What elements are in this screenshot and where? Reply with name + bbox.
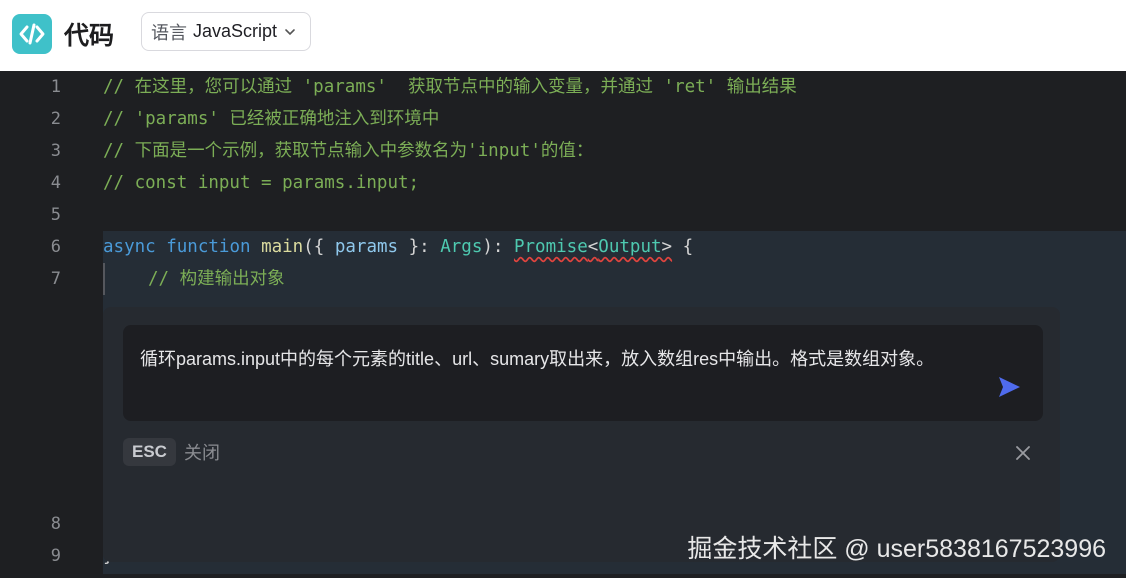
code-punctuation: ): <box>482 237 514 257</box>
code-line-7[interactable]: // 构建输出对象 <box>148 263 285 295</box>
keyword-async: async <box>103 237 156 257</box>
prompt-input[interactable]: 循环params.input中的每个元素的title、url、sumary取出来… <box>123 325 1043 421</box>
indent-guide <box>103 263 105 295</box>
line-number: 6 <box>50 237 61 257</box>
prompt-text: 循环params.input中的每个元素的title、url、sumary取出来… <box>140 349 935 369</box>
code-line-6[interactable]: async function main({ params }: Args): P… <box>103 231 693 263</box>
code-logo-icon <box>12 14 52 54</box>
top-bar: 代码 语言 JavaScript <box>0 0 1126 71</box>
esc-key-badge: ESC <box>123 438 176 466</box>
code-punctuation: { <box>672 237 694 257</box>
code-punctuation: > <box>661 237 673 257</box>
line-number: 4 <box>50 173 61 193</box>
param-name: params <box>334 237 399 257</box>
keyword-function: function <box>166 237 251 257</box>
code-line-2[interactable]: // 'params' 已经被正确地注入到环境中 <box>103 103 439 135</box>
line-number: 1 <box>50 77 61 97</box>
type-output: Output <box>598 237 662 257</box>
close-label: 关闭 <box>183 443 220 463</box>
function-name: main <box>261 237 304 257</box>
type-args: Args <box>440 237 483 257</box>
line-number: 3 <box>50 141 61 161</box>
code-line-4[interactable]: // const input = params.input; <box>103 167 419 199</box>
line-number: 5 <box>50 205 61 225</box>
code-editor[interactable]: 1 2 3 4 5 6 7 8 9 // 在这里，您可以通过 'params' … <box>0 71 1126 578</box>
line-number: 9 <box>50 546 61 566</box>
watermark: 掘金技术社区 @ user5838167523996 <box>687 535 1106 563</box>
chevron-down-icon <box>285 28 295 35</box>
code-punctuation: }: <box>398 237 441 257</box>
line-number: 8 <box>50 514 61 534</box>
code-punctuation: ({ <box>303 237 335 257</box>
ai-prompt-panel: 循环params.input中的每个元素的title、url、sumary取出来… <box>103 307 1060 562</box>
send-icon[interactable] <box>995 373 1023 401</box>
code-line-3[interactable]: // 下面是一个示例，获取节点输入中参数名为'input'的值： <box>103 135 593 167</box>
close-icon[interactable] <box>1014 444 1032 462</box>
code-line-1[interactable]: // 在这里，您可以通过 'params' 获取节点中的输入变量，并通过 're… <box>103 71 797 103</box>
language-value: JavaScript <box>193 21 278 41</box>
type-promise: Promise <box>513 237 588 257</box>
line-number: 7 <box>50 269 61 289</box>
code-punctuation: < <box>587 237 599 257</box>
page-title: 代码 <box>64 22 115 50</box>
line-number: 2 <box>50 109 61 129</box>
language-select[interactable]: 语言 JavaScript <box>141 12 311 51</box>
language-prefix-label: 语言 <box>151 22 187 43</box>
esc-hint: ESC 关闭 <box>123 438 220 466</box>
